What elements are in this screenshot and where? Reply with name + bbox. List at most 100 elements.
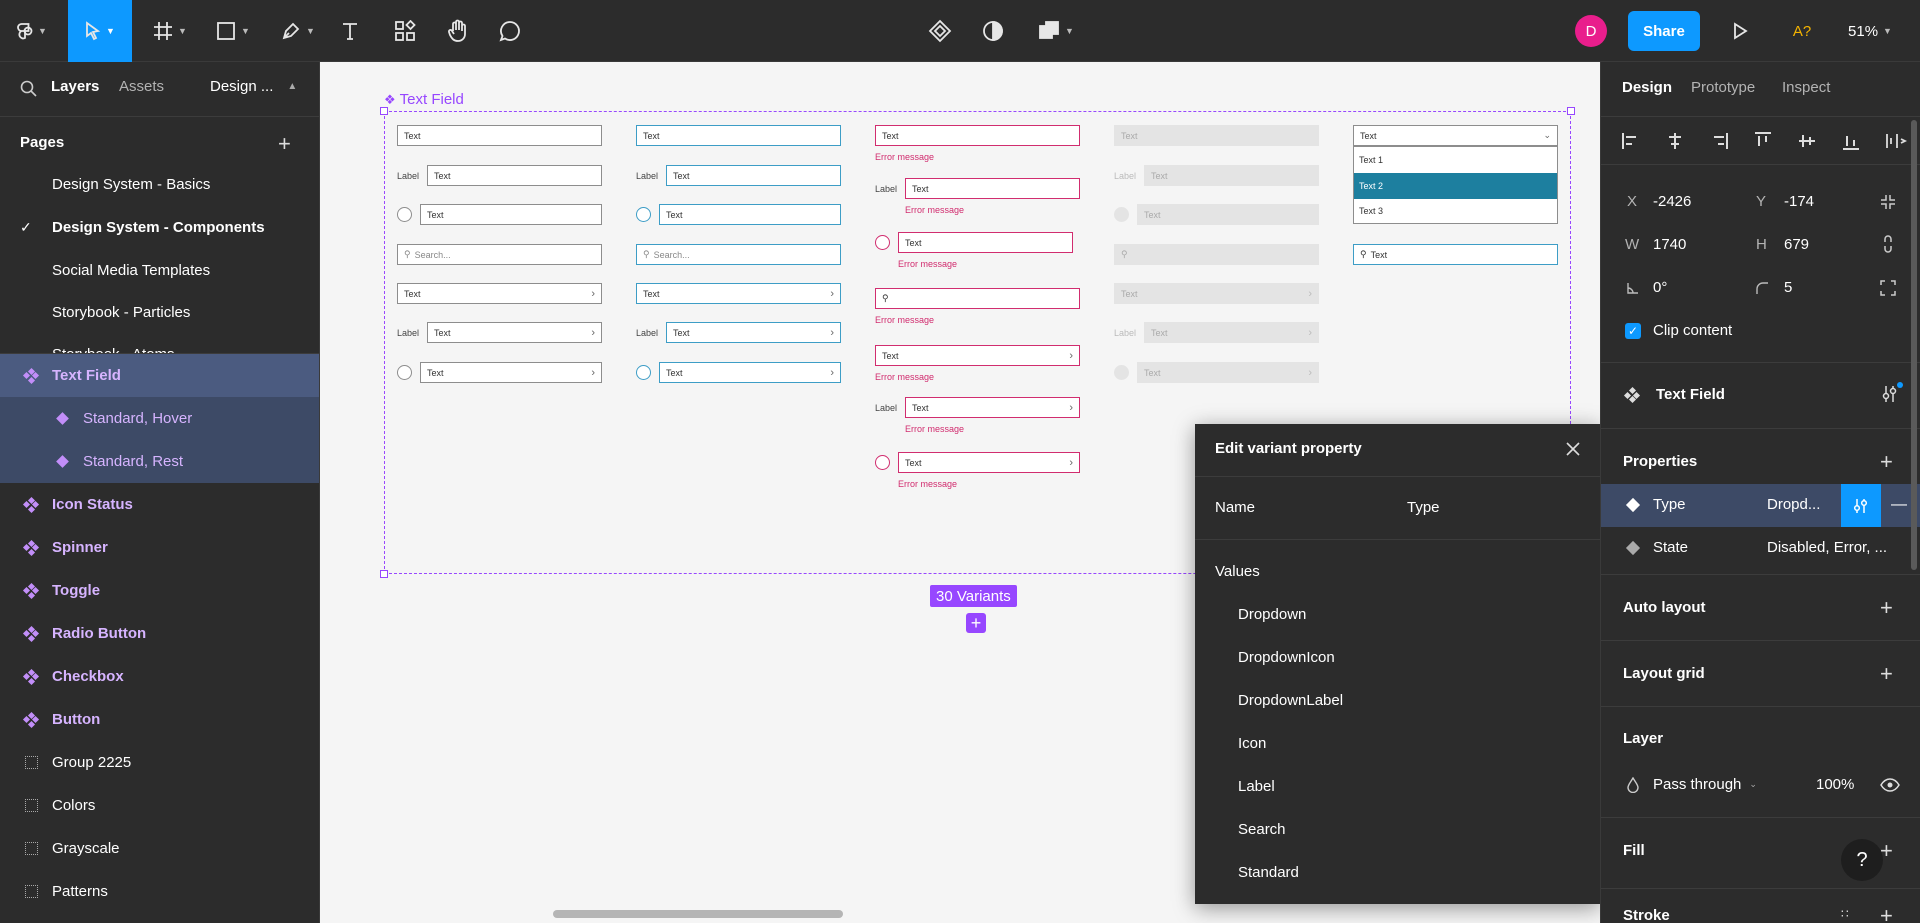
dropdown-field-variant[interactable]: Text › <box>397 283 602 304</box>
hand-tool-button[interactable] <box>443 0 473 62</box>
h-input[interactable]: 679 <box>1784 236 1809 253</box>
dropdown-field-variant[interactable]: Text › <box>420 362 602 383</box>
x-input[interactable]: -2426 <box>1653 193 1691 210</box>
layer-grayscale[interactable]: Grayscale <box>0 827 319 870</box>
share-button[interactable]: Share <box>1628 11 1700 51</box>
text-field-variant[interactable]: Text <box>1114 125 1319 146</box>
tab-assets[interactable]: Assets <box>119 78 164 95</box>
dropdown-field-variant[interactable]: Text › <box>905 397 1080 418</box>
layer-group[interactable]: Group 2225 <box>0 741 319 784</box>
missing-fonts-button[interactable]: A? <box>1785 0 1819 62</box>
variant-value[interactable]: Dropdown <box>1238 606 1306 623</box>
dropdown-field-variant[interactable]: Text › <box>427 322 602 343</box>
dropdown-field-variant[interactable]: Text › <box>659 362 841 383</box>
independent-corners-icon[interactable] <box>1879 279 1897 297</box>
dropdown-open-variant[interactable]: Text ⌄ <box>1353 125 1558 146</box>
align-middle-icon[interactable] <box>1797 131 1817 151</box>
page-item[interactable]: Social Media Templates <box>52 262 210 279</box>
property-row-type[interactable]: Type Dropd... — <box>1601 484 1920 527</box>
align-center-icon[interactable] <box>1665 131 1685 151</box>
page-item-active[interactable]: ✓ Design System - Components <box>20 219 265 236</box>
search-field-filled[interactable]: ⚲ Text <box>1353 244 1558 265</box>
text-field-variant[interactable]: Text <box>898 232 1073 253</box>
boolean-tool-button[interactable]: ▼ <box>1032 0 1080 62</box>
align-bottom-icon[interactable] <box>1841 131 1861 151</box>
text-field-variant[interactable]: Text <box>636 125 841 146</box>
add-property-icon[interactable]: + <box>1880 451 1893 473</box>
text-field-variant[interactable]: Text <box>427 165 602 186</box>
tab-prototype[interactable]: Prototype <box>1691 79 1755 96</box>
dropdown-field-variant[interactable]: Text › <box>898 452 1080 473</box>
dropdown-field-variant[interactable]: Text › <box>1144 322 1319 343</box>
text-tool-button[interactable] <box>335 0 365 62</box>
layer-patterns[interactable]: Patterns <box>0 870 319 913</box>
style-grid-icon[interactable]: ∷ <box>1841 907 1851 921</box>
resize-handle[interactable] <box>1567 107 1575 115</box>
add-variant-button[interactable]: + <box>966 613 986 633</box>
resize-handle[interactable] <box>380 107 388 115</box>
frame-title[interactable]: ❖ Text Field <box>384 91 464 108</box>
help-button[interactable]: ? <box>1841 839 1883 881</box>
clip-content-checkbox[interactable]: ✓ <box>1625 323 1641 339</box>
page-item[interactable]: Design System - Basics <box>52 176 210 193</box>
add-stroke-icon[interactable]: + <box>1880 905 1893 923</box>
dropdown-option[interactable]: Text 1 <box>1354 147 1557 173</box>
remove-property-icon[interactable]: — <box>1891 496 1907 514</box>
edit-property-button[interactable] <box>1841 484 1881 527</box>
adjust-icon[interactable] <box>1881 384 1899 404</box>
panel-scrollbar[interactable] <box>1911 120 1917 570</box>
shape-tool-button[interactable]: ▼ <box>208 0 258 62</box>
text-field-variant[interactable]: Text <box>420 204 602 225</box>
search-field-variant[interactable]: ⚲ Search... <box>636 244 841 265</box>
comment-tool-button[interactable] <box>495 0 525 62</box>
align-right-icon[interactable] <box>1709 131 1729 151</box>
layer-radio-button[interactable]: Radio Button <box>0 612 319 655</box>
dropdown-field-variant[interactable]: Text › <box>1114 283 1319 304</box>
variant-value[interactable]: Label <box>1238 778 1275 795</box>
text-field-variant[interactable]: Text <box>1144 165 1319 186</box>
y-input[interactable]: -174 <box>1784 193 1814 210</box>
distribute-icon[interactable] <box>1885 131 1911 151</box>
tab-layers[interactable]: Layers <box>51 78 99 95</box>
variant-value[interactable]: Icon <box>1238 735 1266 752</box>
search-icon[interactable] <box>20 80 38 98</box>
add-auto-layout-icon[interactable]: + <box>1880 597 1893 619</box>
search-field-variant[interactable]: ⚲ <box>1114 244 1319 265</box>
tab-inspect[interactable]: Inspect <box>1782 79 1830 96</box>
page-switcher[interactable]: Design ... ▲ <box>210 78 297 95</box>
search-field-variant[interactable]: ⚲ <box>875 288 1080 309</box>
layer-button[interactable]: Button <box>0 698 319 741</box>
text-field-variant[interactable]: Text <box>875 125 1080 146</box>
search-field-variant[interactable]: ⚲ Search... <box>397 244 602 265</box>
dropdown-field-variant[interactable]: Text › <box>875 345 1080 366</box>
collapse-icon[interactable] <box>1879 193 1897 211</box>
pen-tool-button[interactable]: ▼ <box>273 0 323 62</box>
align-top-icon[interactable] <box>1753 131 1773 151</box>
variant-value[interactable]: Standard <box>1238 864 1299 881</box>
rotation-input[interactable]: 0° <box>1653 279 1667 296</box>
add-layout-grid-icon[interactable]: + <box>1880 663 1893 685</box>
layer-spinner[interactable]: Spinner <box>0 526 319 569</box>
variant-value[interactable]: DropdownLabel <box>1238 692 1343 709</box>
constrain-proportions-icon[interactable] <box>1881 234 1895 254</box>
layer-standard-rest[interactable]: Standard, Rest <box>0 440 319 483</box>
move-tool-button[interactable]: ▼ <box>68 0 132 62</box>
page-item[interactable]: Storybook - Particles <box>52 304 190 321</box>
add-page-icon[interactable]: + <box>278 133 291 155</box>
resources-button[interactable] <box>390 0 420 62</box>
layer-toggle[interactable]: Toggle <box>0 569 319 612</box>
layer-text-field[interactable]: Text Field <box>0 354 319 397</box>
text-field-variant[interactable]: Text <box>1137 204 1319 225</box>
dropdown-field-variant[interactable]: Text › <box>666 322 841 343</box>
variant-value[interactable]: Search <box>1238 821 1286 838</box>
text-field-variant[interactable]: Text <box>666 165 841 186</box>
dropdown-field-variant[interactable]: Text › <box>636 283 841 304</box>
w-input[interactable]: 1740 <box>1653 236 1686 253</box>
dropdown-option-selected[interactable]: Text 2 <box>1354 173 1557 199</box>
close-icon[interactable] <box>1565 441 1581 457</box>
tab-design[interactable]: Design <box>1622 79 1672 96</box>
opacity-input[interactable]: 100% <box>1816 776 1854 793</box>
property-row-state[interactable]: State Disabled, Error, ... <box>1601 527 1920 570</box>
mask-tool-button[interactable] <box>978 0 1008 62</box>
eye-icon[interactable] <box>1880 777 1900 793</box>
